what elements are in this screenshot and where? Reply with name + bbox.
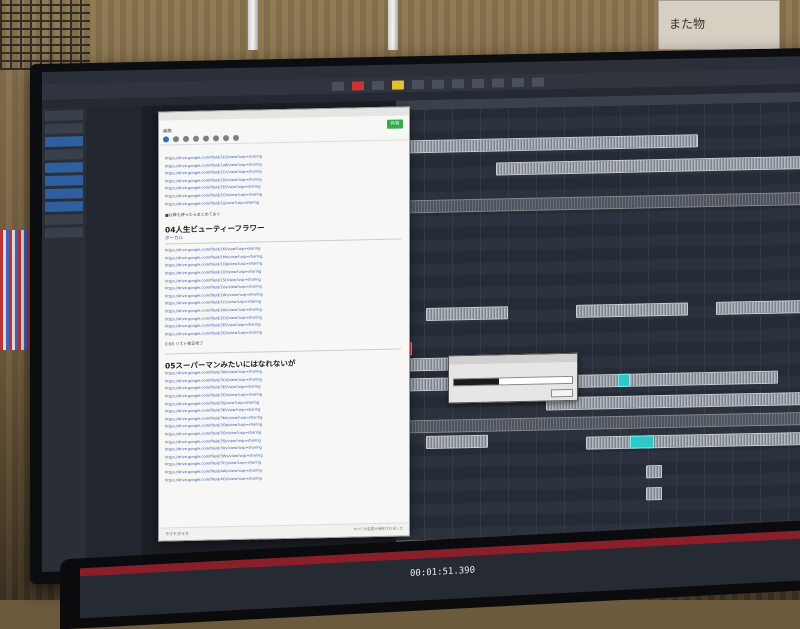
track-list: [86, 105, 142, 572]
audio-clip[interactable]: [646, 465, 662, 479]
monitor: 38% 編集 共有 https://drive.google.com/file/…: [30, 47, 800, 585]
toolbar-button[interactable]: [532, 77, 544, 87]
inspector-row[interactable]: [45, 175, 83, 186]
inspector-row[interactable]: [45, 123, 83, 134]
bold-icon[interactable]: [193, 135, 199, 142]
toolbar-button[interactable]: [372, 80, 384, 90]
memo-window: 編集 共有 https://drive.google.com/file/d/1k…: [158, 106, 410, 542]
monitor-screen: 38% 編集 共有 https://drive.google.com/file/…: [42, 55, 800, 573]
memo-body[interactable]: https://drive.google.com/file/d/1kQ/view…: [165, 152, 401, 527]
laptop-time-counter: 00:01:51.390: [410, 565, 476, 580]
toolbar-button[interactable]: [472, 78, 484, 88]
toolbar-button[interactable]: [332, 81, 344, 91]
share-button[interactable]: 共有: [387, 119, 403, 129]
inspector-row[interactable]: [45, 227, 83, 238]
cancel-button[interactable]: [551, 388, 573, 398]
wire-shelf: [0, 0, 90, 70]
audio-clip[interactable]: [716, 299, 800, 315]
toolbar-button[interactable]: [492, 77, 504, 88]
inspector-row[interactable]: [45, 149, 83, 160]
memo-note: ■以降も使ったらまとめておく: [165, 211, 221, 218]
progress-bar: 38%: [453, 375, 573, 387]
toolbar-button[interactable]: [452, 78, 464, 88]
memo-footer-left[interactable]: ラウドボイス: [165, 531, 189, 538]
arrangement-area[interactable]: [396, 91, 800, 565]
inspector-row[interactable]: [45, 188, 83, 199]
inspector-row[interactable]: [45, 136, 83, 147]
redo-icon[interactable]: [173, 136, 179, 143]
inspector-row[interactable]: [45, 201, 83, 212]
audio-clip[interactable]: [618, 373, 630, 387]
pipe: [248, 0, 258, 50]
link-icon[interactable]: [223, 135, 229, 142]
box-label: また物: [669, 17, 706, 31]
format-icon[interactable]: [183, 135, 189, 143]
audio-clip[interactable]: [646, 487, 662, 501]
more-icon[interactable]: [233, 134, 239, 142]
pipe: [388, 0, 398, 50]
audio-clip[interactable]: [426, 306, 508, 321]
undo-icon[interactable]: [163, 136, 169, 143]
inspector-row[interactable]: [45, 162, 83, 173]
toolbar-button[interactable]: [412, 79, 424, 89]
inspector-row[interactable]: [45, 214, 83, 225]
toolbar-button[interactable]: [392, 79, 404, 90]
toolbar-button[interactable]: [432, 79, 444, 89]
cardboard-box: また物: [658, 0, 780, 50]
toolbar-button[interactable]: [512, 77, 524, 87]
save-status: すべての変更が保存されました: [353, 526, 403, 532]
italic-icon[interactable]: [203, 135, 209, 142]
audio-clip[interactable]: [630, 435, 654, 449]
audio-clip[interactable]: [576, 302, 688, 318]
progress-dialog: 38%: [448, 352, 578, 404]
daw-inspector: [42, 107, 87, 573]
list-icon[interactable]: [213, 135, 219, 142]
inspector-row[interactable]: [45, 110, 83, 121]
progress-percent: 38%: [508, 378, 518, 384]
audio-clip[interactable]: [426, 434, 488, 449]
record-button[interactable]: [352, 80, 364, 91]
